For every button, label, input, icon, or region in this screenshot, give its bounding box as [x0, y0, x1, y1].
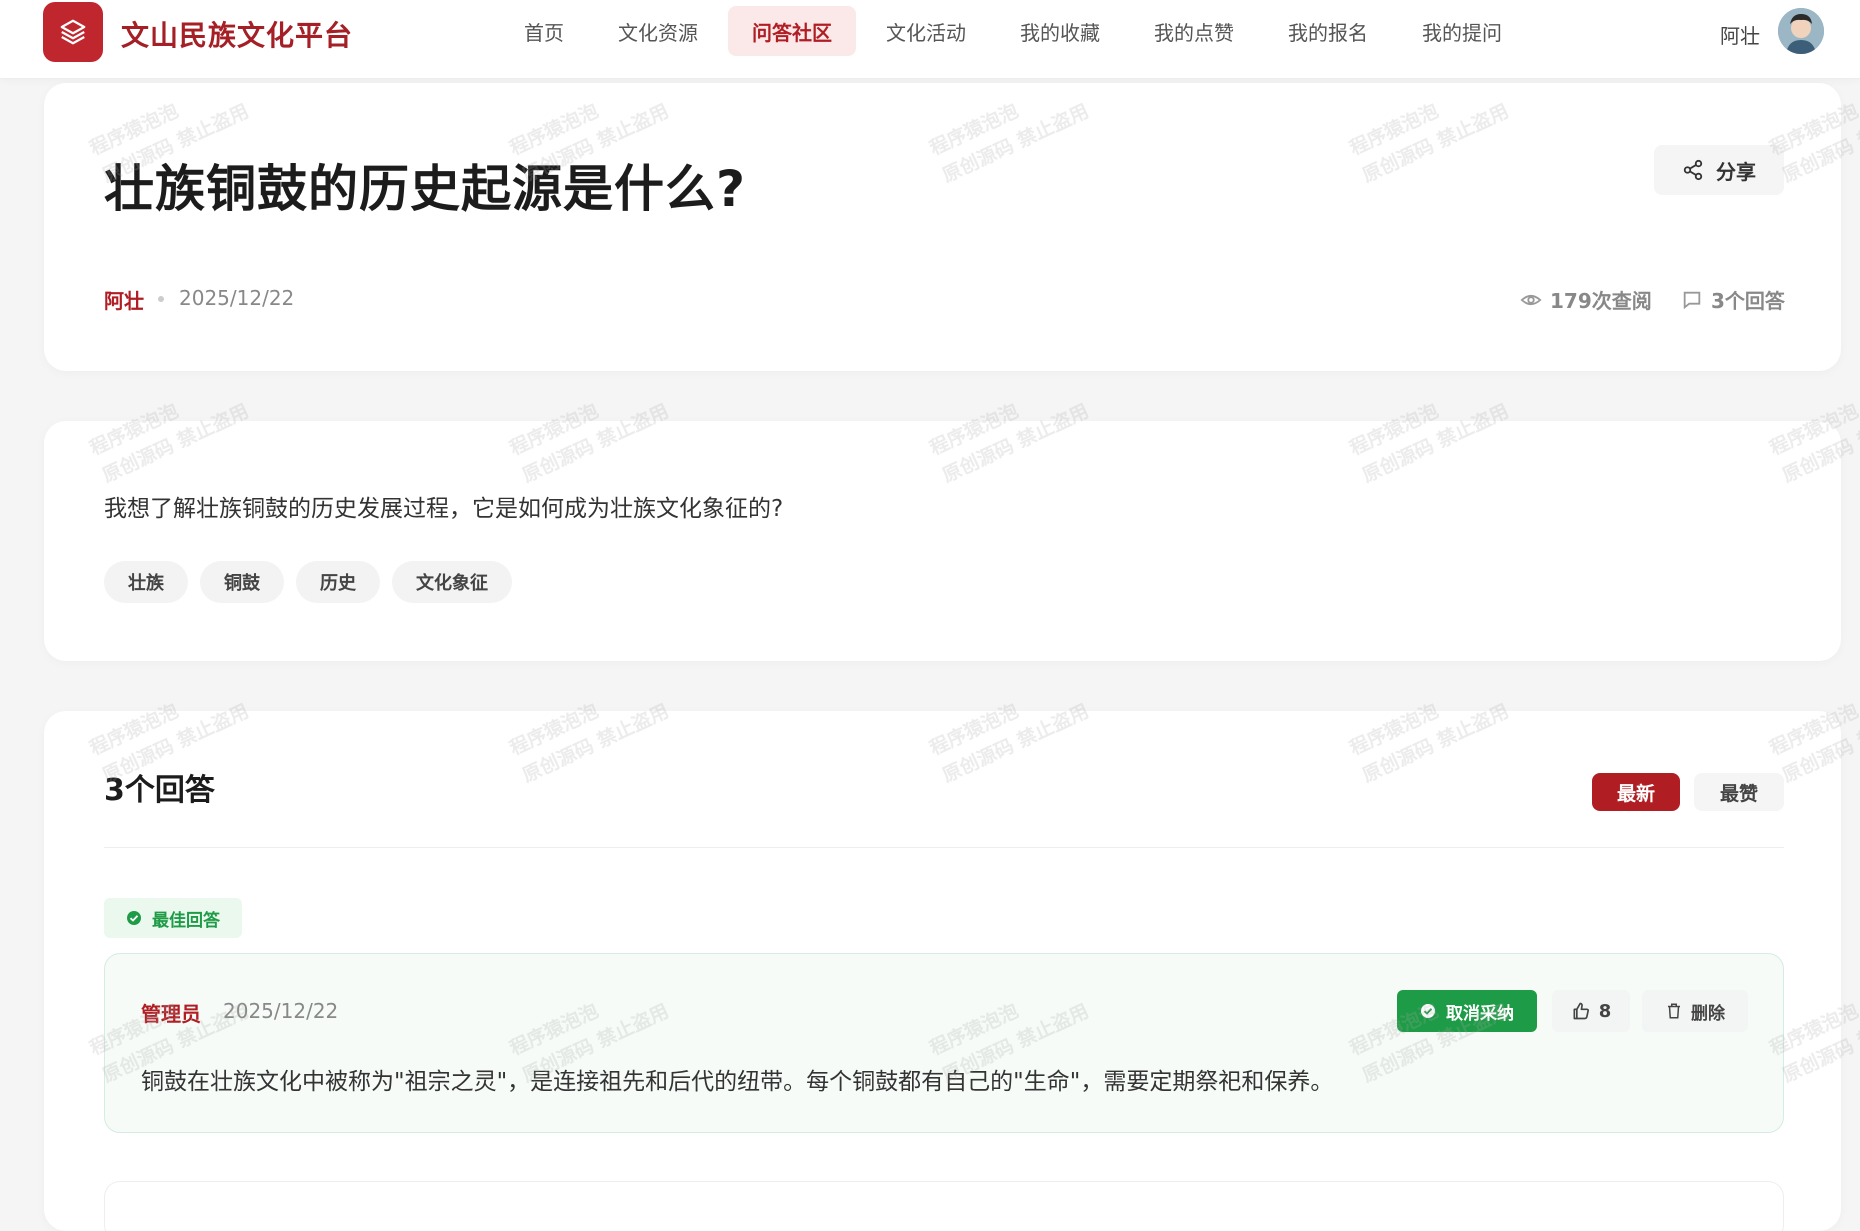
answer-count-text: 3个回答	[1711, 289, 1785, 313]
tag-item[interactable]: 历史	[296, 561, 380, 603]
nav-my-favorites[interactable]: 我的收藏	[996, 6, 1124, 56]
view-count-text: 179次查阅	[1550, 289, 1652, 313]
check-circle-icon	[127, 911, 141, 925]
share-icon	[1683, 159, 1703, 181]
nav-culture-events[interactable]: 文化活动	[862, 6, 990, 56]
answers-heading: 3个回答	[104, 773, 215, 808]
main-nav: 首页 文化资源 问答社区 文化活动 我的收藏 我的点赞 我的报名 我的提问	[500, 6, 1532, 56]
page-title: 壮族铜鼓的历史起源是什么?	[104, 160, 747, 218]
nav-my-registrations[interactable]: 我的报名	[1264, 6, 1392, 56]
divider	[104, 847, 1784, 848]
answer-count: 3个回答	[1681, 285, 1785, 314]
brand-title[interactable]: 文山民族文化平台	[121, 14, 353, 54]
answers-card: 3个回答 最新 最赞 最佳回答 管理员 2025/12/22 取消采纳 8 删除…	[44, 711, 1841, 1231]
tag-item[interactable]: 铜鼓	[200, 561, 284, 603]
nav-culture-resources[interactable]: 文化资源	[594, 6, 722, 56]
sort-newest-button[interactable]: 最新	[1592, 773, 1680, 811]
avatar[interactable]	[1778, 8, 1824, 54]
top-navbar: 文山民族文化平台 首页 文化资源 问答社区 文化活动 我的收藏 我的点赞 我的报…	[0, 0, 1860, 79]
answer-item: 管理员 2025/12/22 取消采纳 8 删除 铜鼓在壮族文化中被称为"祖宗之…	[104, 953, 1784, 1133]
trash-icon	[1668, 1003, 1680, 1019]
tag-list: 壮族 铜鼓 历史 文化象征	[104, 561, 524, 603]
like-count: 8	[1598, 1000, 1612, 1022]
nav-home[interactable]: 首页	[500, 6, 588, 56]
answer-item	[104, 1181, 1784, 1231]
nav-qa-community[interactable]: 问答社区	[728, 6, 856, 56]
unaccept-answer-button[interactable]: 取消采纳	[1397, 990, 1537, 1032]
share-label: 分享	[1716, 159, 1756, 184]
question-body: 我想了解壮族铜鼓的历史发展过程，它是如何成为壮族文化象征的?	[104, 496, 784, 522]
question-author[interactable]: 阿壮	[104, 285, 144, 314]
user-name[interactable]: 阿壮	[1720, 20, 1760, 49]
logo-layers-icon[interactable]	[43, 2, 103, 62]
tag-item[interactable]: 壮族	[104, 561, 188, 603]
check-circle-icon	[1421, 1004, 1435, 1018]
nav-my-likes[interactable]: 我的点赞	[1130, 6, 1258, 56]
delete-button[interactable]: 删除	[1642, 990, 1748, 1032]
answer-author[interactable]: 管理员	[141, 998, 201, 1027]
question-body-card: 我想了解壮族铜鼓的历史发展过程，它是如何成为壮族文化象征的? 壮族 铜鼓 历史 …	[44, 421, 1841, 661]
tag-item[interactable]: 文化象征	[392, 561, 512, 603]
eye-icon	[1520, 294, 1542, 305]
thumbs-up-icon	[1573, 1002, 1589, 1020]
best-answer-badge: 最佳回答	[104, 898, 242, 938]
separator-dot	[158, 296, 164, 302]
question-date: 2025/12/22	[179, 286, 295, 310]
question-header-card: 壮族铜鼓的历史起源是什么? 分享 阿壮 2025/12/22 179次查阅 3个…	[44, 83, 1841, 371]
view-count: 179次查阅	[1520, 285, 1652, 314]
nav-my-questions[interactable]: 我的提问	[1398, 6, 1526, 56]
like-button[interactable]: 8	[1552, 990, 1630, 1032]
share-button[interactable]: 分享	[1654, 145, 1784, 195]
delete-label: 删除	[1691, 1003, 1725, 1024]
answer-date: 2025/12/22	[223, 999, 339, 1023]
best-answer-label: 最佳回答	[152, 910, 220, 931]
sort-most-liked-button[interactable]: 最赞	[1694, 773, 1784, 811]
unaccept-label: 取消采纳	[1446, 1003, 1514, 1024]
comment-icon	[1683, 291, 1701, 309]
answer-text: 铜鼓在壮族文化中被称为"祖宗之灵"，是连接祖先和后代的纽带。每个铜鼓都有自己的"…	[141, 1069, 1334, 1095]
